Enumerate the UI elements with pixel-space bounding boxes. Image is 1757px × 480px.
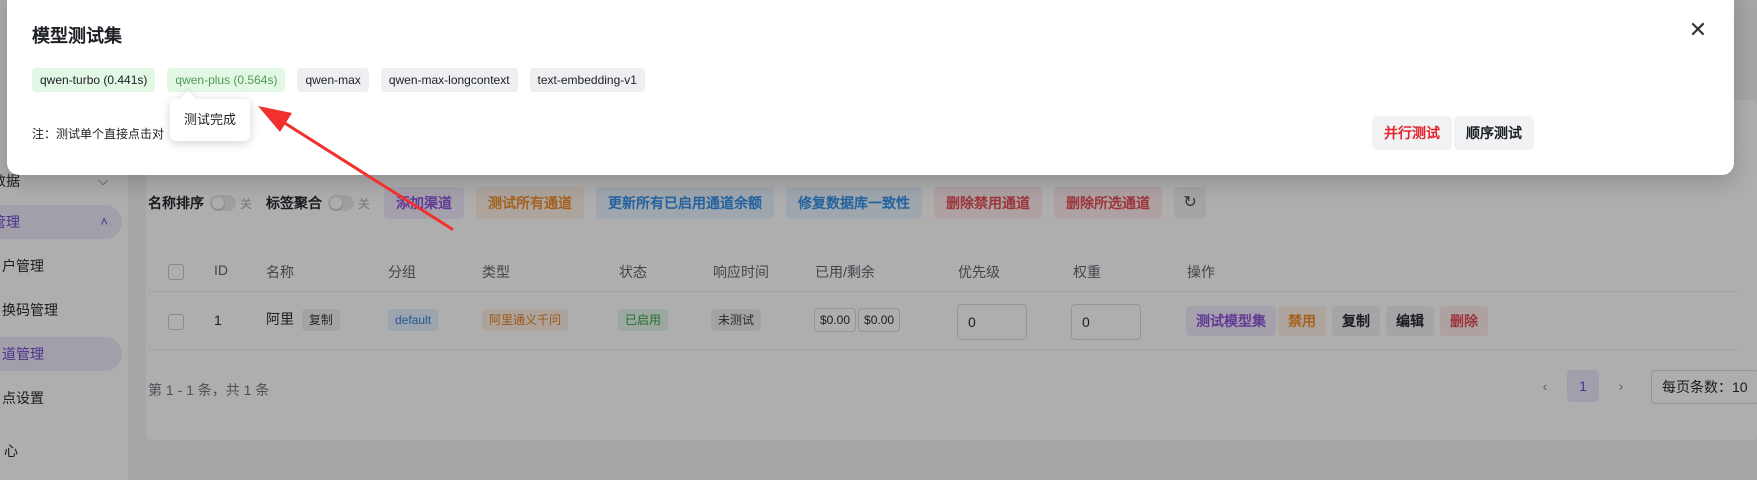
test-complete-tooltip: 测试完成 xyxy=(170,99,250,141)
parallel-test-button[interactable]: 并行测试 xyxy=(1372,116,1452,150)
model-tag[interactable]: qwen-max-longcontext xyxy=(380,68,518,92)
test-note: 注：测试单个直接点击对 xyxy=(32,127,165,141)
modal-title: 模型测试集 xyxy=(32,26,122,46)
model-test-modal: 模型测试集 ✕ qwen-turbo (0.441s) qwen-plus (0… xyxy=(7,0,1734,175)
model-tag[interactable]: qwen-plus (0.564s) xyxy=(167,68,286,92)
model-tag[interactable]: qwen-max xyxy=(297,68,369,92)
model-list: qwen-turbo (0.441s) qwen-plus (0.564s) q… xyxy=(32,68,657,92)
model-tag[interactable]: text-embedding-v1 xyxy=(529,68,645,92)
model-tag[interactable]: qwen-turbo (0.441s) xyxy=(32,68,156,92)
close-icon[interactable]: ✕ xyxy=(1686,18,1710,42)
sequential-test-button[interactable]: 顺序测试 xyxy=(1454,116,1534,150)
